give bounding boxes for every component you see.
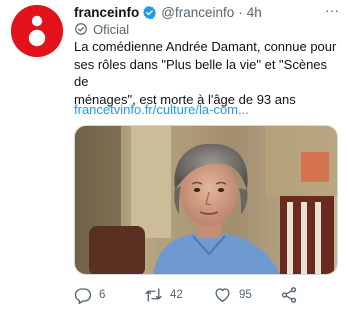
author-handle[interactable]: @franceinfo [161,5,234,20]
tweet-actions: 6 42 95 [74,286,314,304]
tweet-text: La comédienne Andrée Damant, connue pour… [74,38,344,108]
franceinfo-logo-icon [11,5,63,57]
tweet-header: franceinfo @franceinfo · 4h [74,3,262,21]
reply-count: 6 [99,289,106,301]
official-check-icon [75,23,87,35]
like-count: 95 [239,289,252,301]
tweet-timestamp[interactable]: 4h [247,5,262,20]
like-button[interactable]: 95 [213,286,252,304]
retweet-icon [145,288,162,302]
retweet-button[interactable]: 42 [144,286,183,304]
more-icon[interactable]: ··· [325,2,339,18]
tweet-media-photo[interactable] [74,125,338,275]
reply-button[interactable]: 6 [74,286,105,304]
share-icon [281,287,297,303]
retweet-count: 42 [170,289,183,301]
tweet-text-line: ses rôles dans "Plus belle la vie" et "S… [74,56,328,90]
official-label: Oficial [74,21,129,37]
official-text: Oficial [93,21,130,37]
verified-badge-icon [143,5,157,19]
tweet-text-line: La comédienne Andrée Damant, connue pour [74,39,337,54]
avatar[interactable] [11,5,63,57]
tweet-card[interactable]: franceinfo @franceinfo · 4h ··· Oficial … [0,0,350,310]
reply-icon [74,288,92,304]
like-icon [215,288,230,303]
photo-elderly-woman-image [75,126,337,274]
author-name[interactable]: franceinfo [74,5,139,20]
share-button[interactable] [280,286,305,304]
article-link[interactable]: francetvinfo.fr/culture/la-com... [74,102,249,117]
separator-dot: · [238,4,243,20]
